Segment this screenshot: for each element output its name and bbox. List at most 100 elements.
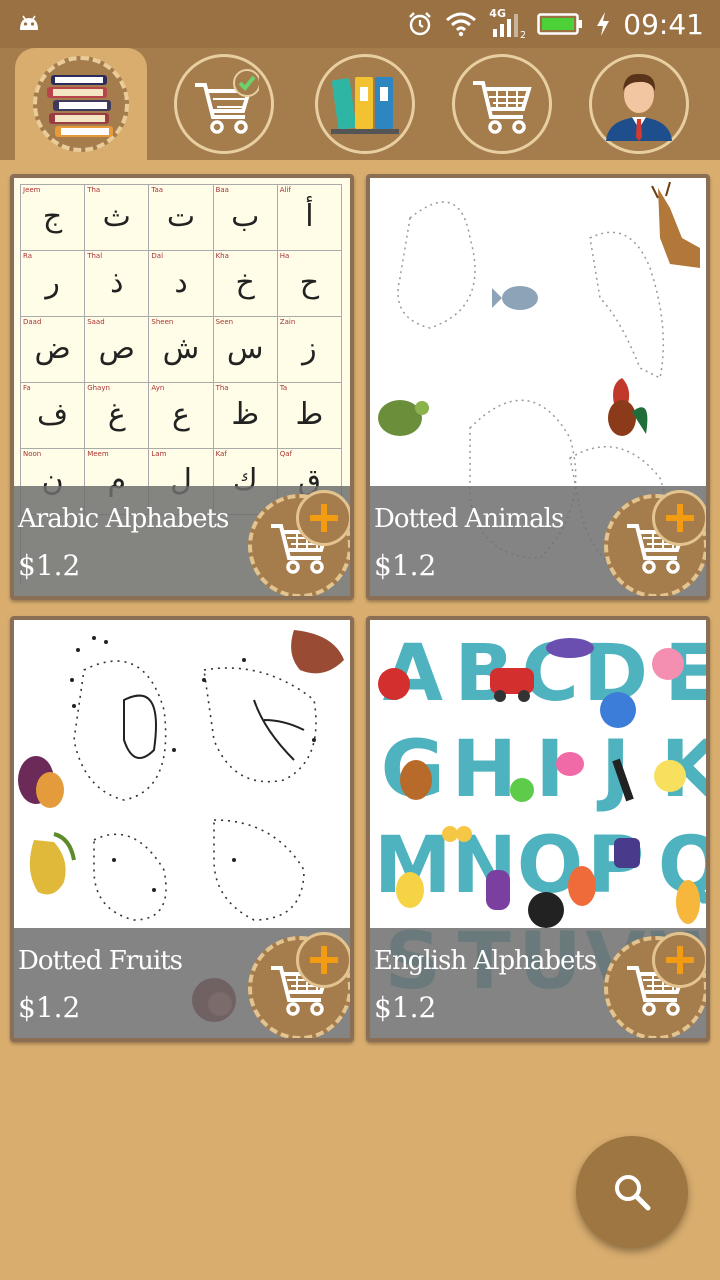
search-button[interactable] [576,1136,688,1248]
letter-name: Daad [23,318,42,326]
search-icon [615,1175,651,1211]
product-card-dotted-fruits[interactable]: Dotted Fruits $1.2 [10,616,354,1042]
status-bar: 4G 2 09:41 [0,0,720,48]
cart-icon [473,81,532,134]
arabic-letter: أ [305,199,314,234]
arabic-letter-cell: Zain ز [277,317,342,383]
letter-name: Sheen [151,318,174,326]
arabic-letter-cell: Sheen ش [149,317,214,383]
signal-icon: 4G 2 [489,7,525,39]
letter-name: Fa [23,384,31,392]
arabic-letter: ز [302,331,317,366]
arabic-letter: ت [166,199,196,234]
plus-icon [652,490,706,546]
arabic-letter: ص [98,331,135,366]
letter-name: Noon [23,450,42,458]
arabic-letter: ح [299,265,320,300]
product-grid: Jeem ج Tha ث Taa ت Baa ب Alif أ Ra ر Thal ذ Dal د Kha خ Ha… [0,160,720,1280]
cart-check-icon [195,69,259,134]
battery-icon [537,13,583,35]
clock: 09:41 [623,7,704,41]
svg-text:2: 2 [520,30,525,39]
letter-name: Meem [87,450,109,458]
arabic-letter: ع [172,397,190,432]
letter-name: Tha [87,186,101,194]
arabic-letter-cell: Jeem ج [21,185,86,251]
letter-name: Seen [215,318,234,326]
letter-name: Baa [215,186,229,194]
plus-icon [652,932,706,988]
product-card-arabic-alphabets[interactable]: Jeem ج Tha ث Taa ت Baa ب Alif أ Ra ر Thal ذ Dal د Kha خ Ha… [10,174,354,600]
android-icon [20,15,38,30]
arabic-letter: غ [107,397,126,432]
arabic-letter-cell: Alif أ [277,185,342,251]
product-price: $1.2 [374,991,437,1024]
arabic-letter-cell: Tha ظ [213,383,278,449]
arabic-letter-cell: Taa ت [149,185,214,251]
top-toolbar [0,48,720,160]
letter-name: Thal [87,252,103,260]
arabic-letter: خ [235,265,255,300]
product-card-english-alphabets[interactable]: ABCDEFGHIJKLMNOPQRSTUVWX [366,616,710,1042]
arabic-letter-cell: Ta ط [277,383,342,449]
product-title: Dotted Fruits [18,946,183,976]
arabic-letter-cell: Tha ث [85,185,150,251]
letter-name: Alif [279,186,291,194]
arabic-letter-cell: Seen س [213,317,278,383]
letter-name: Taa [151,186,164,194]
arabic-letter: ظ [231,397,260,432]
arabic-letter: ش [162,331,200,366]
wifi-icon [446,12,477,37]
letter-name: Zain [279,318,296,326]
arabic-letter: ر [45,265,60,300]
letter-name: Ta [279,384,288,392]
product-card-dotted-animals[interactable]: Dotted Animals $1.2 [366,174,710,600]
arabic-letter: د [174,265,188,300]
arabic-letter: ف [37,397,69,432]
letter-name: Dal [151,252,164,260]
arabic-letter: ث [102,199,131,234]
arabic-letter: ج [42,199,63,234]
arabic-letter: ذ [110,265,124,300]
arabic-letter-cell: Dal د [149,251,214,317]
add-to-cart-button[interactable] [604,490,706,596]
arabic-letter-cell: Saad ص [85,317,150,383]
product-price: $1.2 [18,549,81,582]
add-to-cart-button[interactable] [248,932,350,1038]
tab-profile[interactable] [589,54,689,154]
arabic-letter: ض [34,331,71,366]
arabic-letter-cell: Kha خ [213,251,278,317]
charging-icon [597,12,610,36]
letter-name: Ghayn [87,384,110,392]
arabic-letter-cell: Ghayn غ [85,383,150,449]
letter-name: Kaf [215,450,227,458]
letter-name: Jeem [23,186,41,194]
arabic-letter-cell: Fa ف [21,383,86,449]
add-to-cart-button[interactable] [248,490,350,596]
plus-icon [296,932,350,988]
letter-name: Ayn [151,384,165,392]
tab-library[interactable] [15,48,147,160]
tab-purchased[interactable] [174,54,274,154]
product-title: English Alphabets [374,946,597,976]
user-avatar-icon [598,63,680,145]
letter-name: Ha [279,252,290,260]
alarm-icon [409,12,432,36]
plus-icon [296,490,350,546]
product-price: $1.2 [18,991,81,1024]
letter-name: Qaf [279,450,293,458]
product-title: Dotted Animals [374,504,564,534]
letter-name: Lam [151,450,167,458]
letter-name: Kha [215,252,229,260]
arabic-letter-cell: Baa ب [213,185,278,251]
arabic-letter-cell: Ha ح [277,251,342,317]
product-title: Arabic Alphabets [18,504,229,534]
letter-name: Saad [87,318,105,326]
tab-collections[interactable] [315,54,415,154]
add-to-cart-button[interactable] [604,932,706,1038]
tab-cart[interactable] [452,54,552,154]
arabic-letter-cell: Ayn ع [149,383,214,449]
letter-name: Ra [23,252,32,260]
arabic-letter: ط [295,397,324,432]
arabic-letter: ب [231,199,260,234]
